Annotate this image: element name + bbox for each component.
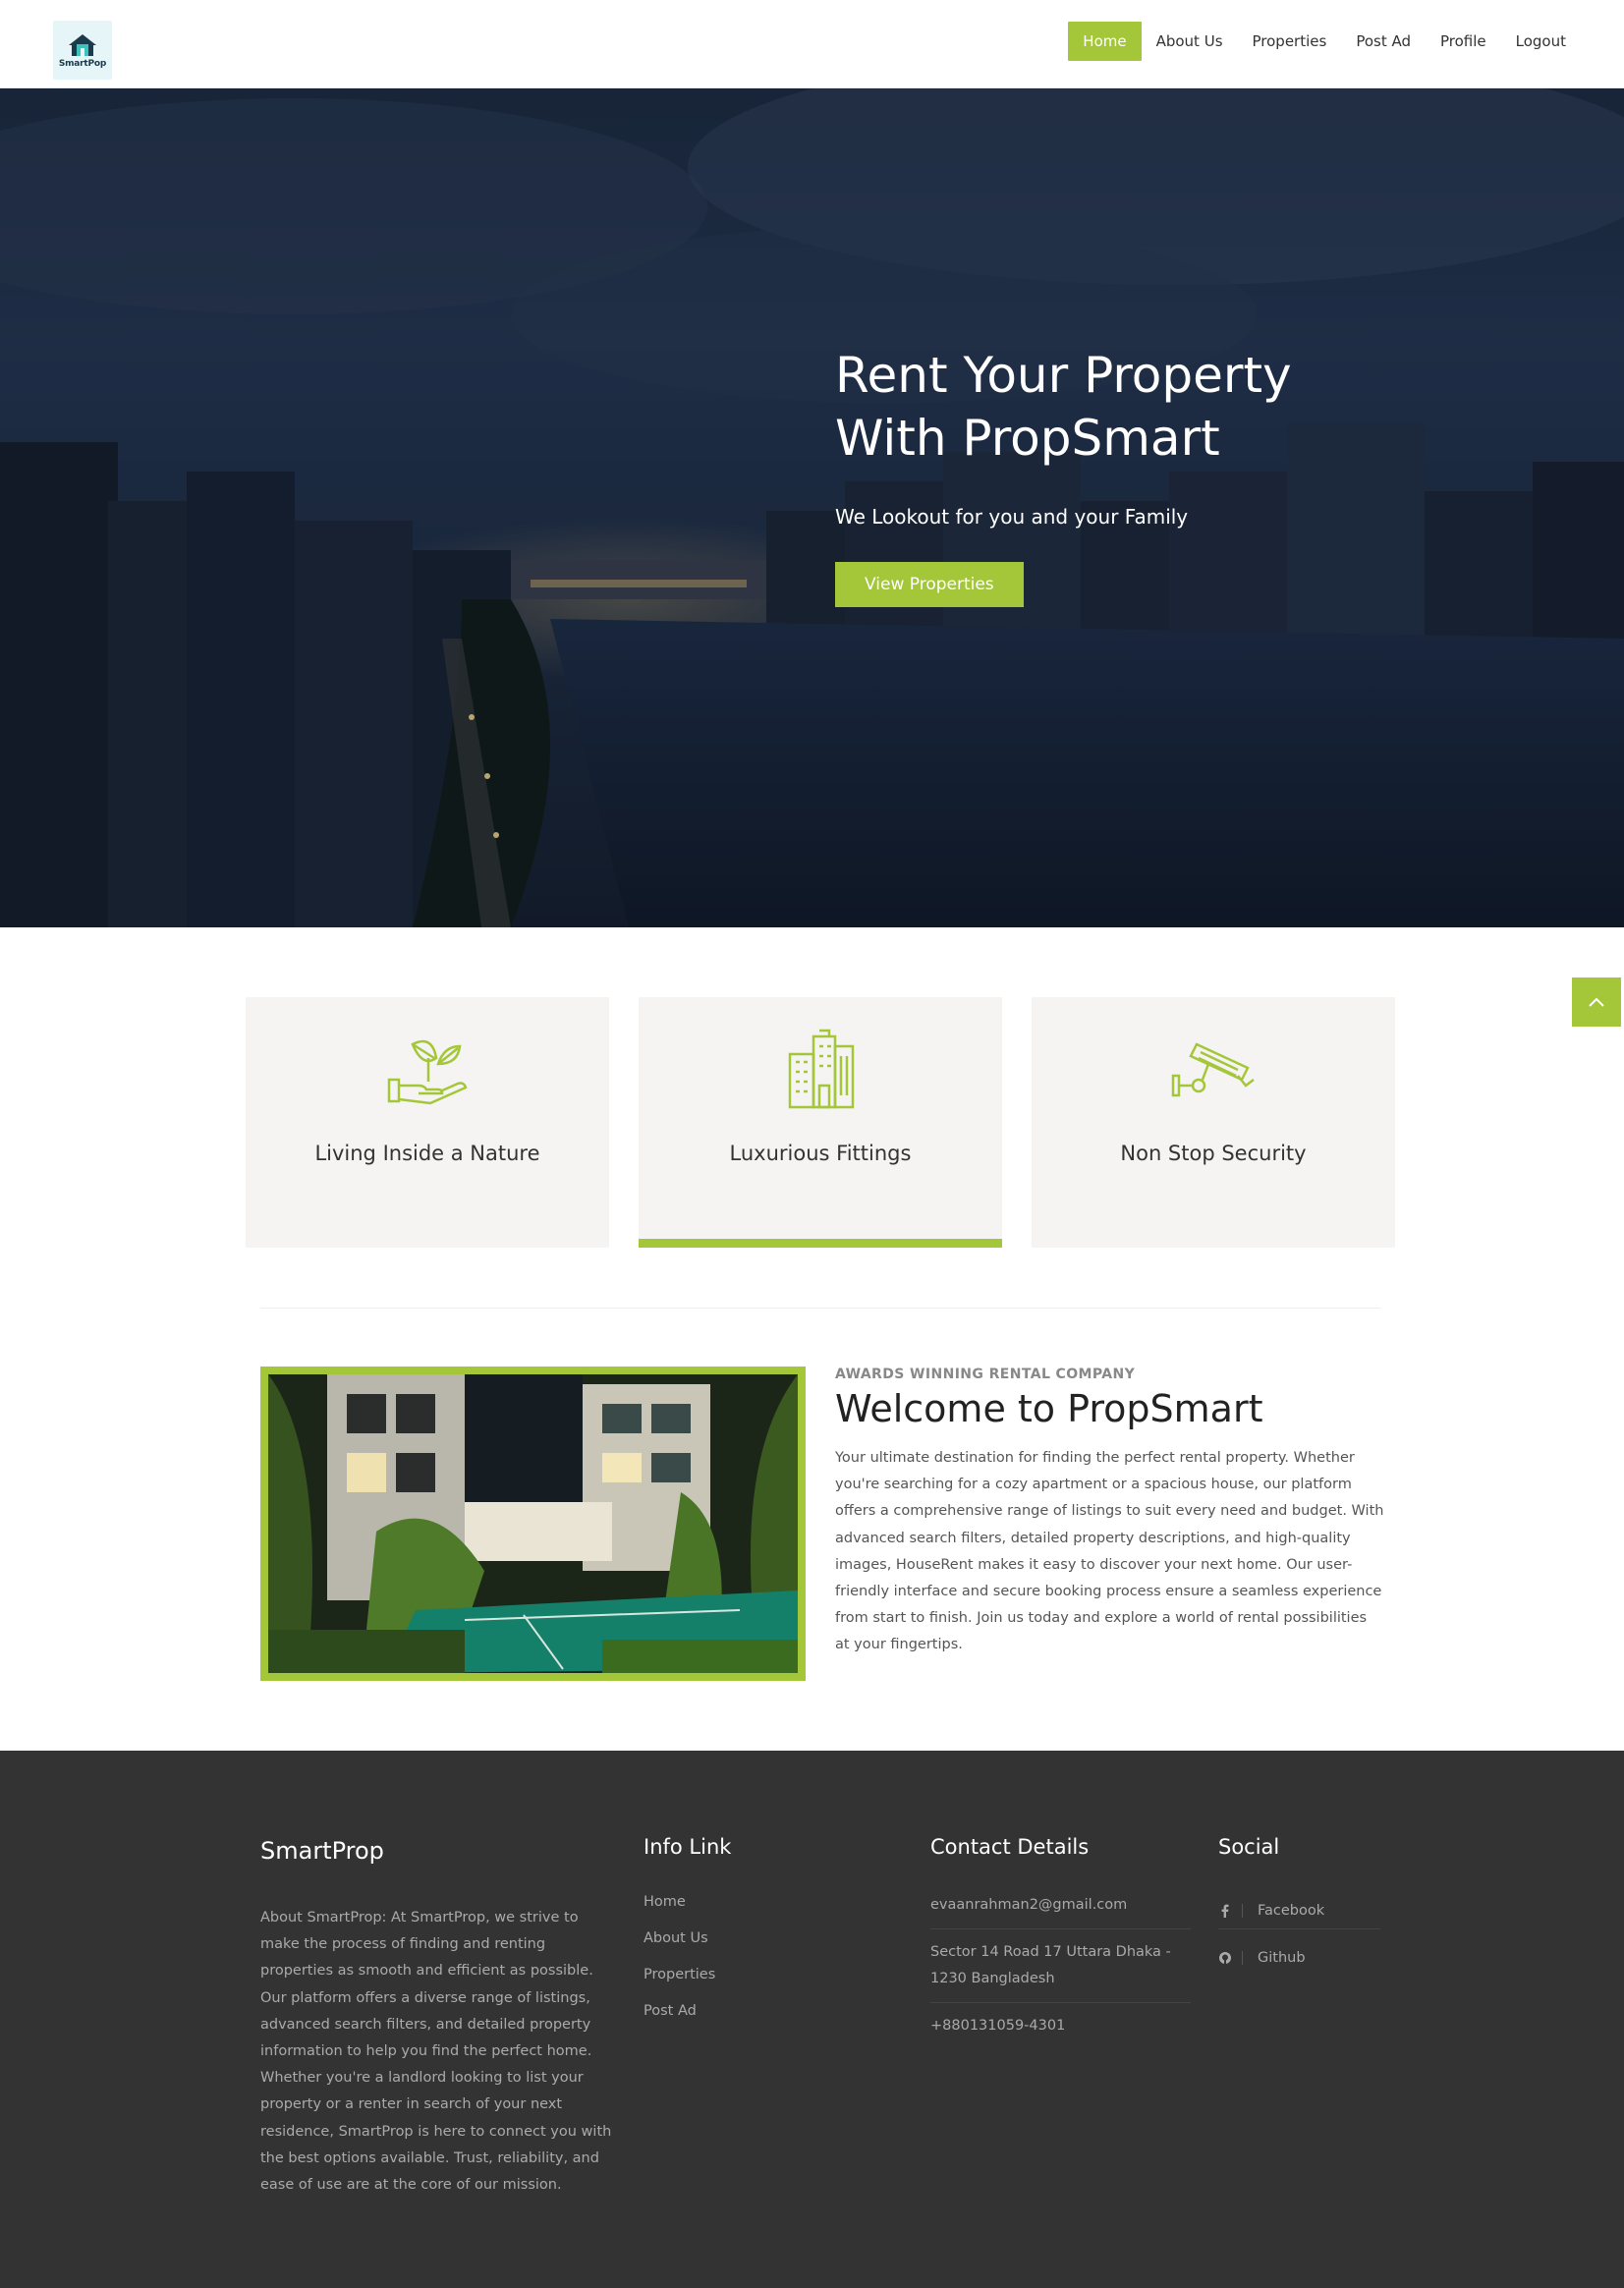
hero-content: Rent Your Property With PropSmart We Loo… — [835, 344, 1346, 607]
footer-link-home[interactable]: Home — [644, 1892, 715, 1928]
hero-title: Rent Your Property With PropSmart — [835, 347, 1292, 467]
nav-about-us[interactable]: About Us — [1142, 22, 1238, 61]
feature-title: Living Inside a Nature — [314, 1142, 540, 1165]
chevron-up-icon — [1589, 997, 1604, 1007]
feature-card-fittings: Luxurious Fittings — [639, 997, 1002, 1248]
site-footer: SmartProp About SmartProp: At SmartProp,… — [0, 1751, 1624, 2288]
section-divider — [260, 1308, 1380, 1309]
nav-profile[interactable]: Profile — [1426, 22, 1501, 61]
about-kicker: AWARDS WINNING RENTAL COMPANY — [835, 1367, 1136, 1382]
footer-contact: evaanrahman2@gmail.com Sector 14 Road 17… — [930, 1892, 1191, 2059]
contact-email[interactable]: evaanrahman2@gmail.com — [930, 1892, 1191, 1929]
footer-link-properties[interactable]: Properties — [644, 1965, 715, 2001]
main-nav: Home About Us Properties Post Ad Profile… — [1068, 22, 1581, 61]
nav-properties[interactable]: Properties — [1238, 22, 1342, 61]
scroll-to-top-button[interactable] — [1572, 977, 1621, 1027]
about-text: Your ultimate destination for finding th… — [835, 1450, 1384, 1653]
footer-social: Facebook Github — [1218, 1892, 1380, 1986]
site-header: SmartPop Home About Us Properties Post A… — [0, 0, 1624, 88]
facebook-icon — [1218, 1904, 1232, 1918]
feature-title: Luxurious Fittings — [729, 1142, 912, 1165]
nav-home[interactable]: Home — [1068, 22, 1142, 61]
site-logo[interactable]: SmartPop — [53, 21, 112, 80]
footer-link-about-us[interactable]: About Us — [644, 1928, 715, 1965]
feature-card-security: Non Stop Security — [1032, 997, 1395, 1248]
feature-card-nature: Living Inside a Nature — [246, 997, 609, 1248]
about-title: Welcome to PropSmart — [835, 1387, 1263, 1430]
github-icon — [1218, 1951, 1232, 1965]
buildings-icon — [788, 1029, 855, 1109]
social-facebook-link[interactable]: Facebook — [1218, 1892, 1380, 1929]
hero-banner: Rent Your Property With PropSmart We Loo… — [0, 88, 1624, 927]
apartment-photo — [268, 1374, 798, 1673]
hero-subtitle: We Lookout for you and your Family — [835, 505, 1189, 529]
contact-address: Sector 14 Road 17 Uttara Dhaka - 1230 Ba… — [930, 1939, 1191, 2003]
social-label: Github — [1258, 1950, 1306, 1966]
house-icon — [69, 33, 96, 56]
nav-post-ad[interactable]: Post Ad — [1341, 22, 1426, 61]
contact-phone[interactable]: +880131059-4301 — [930, 2013, 1191, 2049]
footer-social-heading: Social — [1218, 1835, 1280, 1859]
footer-brand: SmartProp — [260, 1837, 384, 1865]
apartment-image — [260, 1367, 806, 1681]
footer-contact-heading: Contact Details — [930, 1835, 1090, 1859]
nav-logout[interactable]: Logout — [1501, 22, 1581, 61]
social-label: Facebook — [1258, 1902, 1325, 1919]
social-github-link[interactable]: Github — [1218, 1939, 1380, 1977]
footer-link-post-ad[interactable]: Post Ad — [644, 2001, 715, 2037]
footer-info-heading: Info Link — [644, 1835, 732, 1859]
footer-about-text: About SmartProp: At SmartProp, we strive… — [260, 1910, 612, 2194]
footer-info-links: Home About Us Properties Post Ad — [644, 1892, 715, 2037]
security-camera-icon — [1171, 1042, 1255, 1097]
feature-title: Non Stop Security — [1120, 1142, 1307, 1165]
leaf-hand-icon — [387, 1039, 468, 1105]
logo-text: SmartPop — [58, 58, 107, 69]
view-properties-button[interactable]: View Properties — [835, 562, 1024, 607]
